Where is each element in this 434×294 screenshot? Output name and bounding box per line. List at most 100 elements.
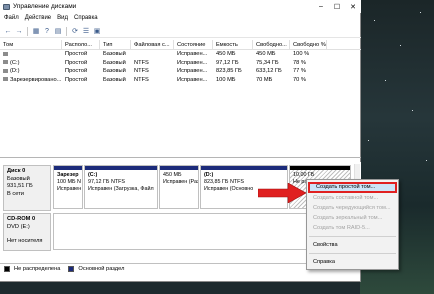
export-icon[interactable]: ▣ — [92, 26, 102, 36]
refresh-icon[interactable]: ⟳ — [70, 26, 80, 36]
table-cell: 100 МБ — [216, 76, 236, 83]
table-cell: 823,85 ГБ — [216, 68, 242, 75]
menu-action[interactable]: Действие — [25, 15, 51, 21]
drive-icon — [3, 60, 8, 65]
partition-c[interactable]: (C:) 97,12 ГБ NTFS Исправен (Загрузка, Ф… — [84, 165, 158, 209]
toolbar-separator — [66, 26, 67, 36]
table-cell: 78 % — [293, 59, 306, 66]
maximize-button[interactable]: ☐ — [329, 0, 345, 13]
star — [420, 12, 421, 13]
menu-item-help[interactable]: Справка — [307, 257, 398, 267]
table-cell: NTFS — [134, 59, 149, 66]
table-cell: NTFS — [134, 76, 149, 83]
column-header-layout[interactable]: Располо... — [62, 39, 100, 50]
partition-status: Исправен (Загрузка, Файл — [88, 186, 154, 192]
red-pointer-arrow-icon — [258, 183, 306, 203]
table-cell: 70 % — [293, 76, 306, 83]
partition-recovery[interactable]: 450 МБ Исправен (Раздел — [159, 165, 199, 209]
column-header-filesystem[interactable]: Файловая с... — [131, 39, 174, 50]
table-cell: 450 МБ — [256, 51, 276, 58]
column-header-status[interactable]: Состояние — [174, 39, 213, 50]
disk-0-icon: Диск 0 — [7, 168, 47, 176]
menu-separator — [309, 253, 396, 254]
help-icon[interactable]: ? — [42, 26, 52, 36]
star — [368, 140, 369, 141]
table-cell: Простой — [65, 51, 88, 58]
disk-type: DVD (E:) — [7, 223, 30, 230]
drive-icon — [3, 68, 8, 73]
menu-item-create-spanned-volume[interactable]: Создать составной том... — [307, 193, 398, 203]
table-cell: Исправен... — [177, 51, 208, 58]
volume-cell: (C:) — [0, 59, 62, 67]
table-cell: 100 % — [293, 51, 310, 58]
volume-cell: (D:) — [0, 67, 62, 75]
table-cell: Базовый — [103, 68, 126, 75]
menu-item-create-simple-volume[interactable]: Создать простой том... — [308, 182, 397, 193]
list-icon[interactable]: ☰ — [81, 26, 91, 36]
table-row[interactable]: Простой Базовый Исправен... 450 МБ 450 М… — [0, 50, 361, 59]
column-header-free-space[interactable]: Свободно... — [253, 39, 290, 50]
cdrom-0-row: CD-ROM 0 DVD (E:) Нет носителя — [3, 213, 356, 251]
star — [400, 45, 401, 46]
star — [412, 110, 413, 111]
partition-name: (C:) — [88, 172, 98, 178]
table-cell: 70 МБ — [256, 76, 273, 83]
grid-view-icon[interactable]: ▦ — [31, 26, 41, 36]
menu-item-properties[interactable]: Свойства — [307, 240, 398, 250]
table-cell: Базовый — [103, 76, 126, 83]
toolbar-separator — [27, 26, 28, 36]
partition-status: Исправен — [57, 186, 82, 192]
table-cell: 77 % — [293, 68, 306, 75]
minimize-button[interactable]: – — [313, 0, 329, 13]
table-cell: Простой — [65, 76, 88, 83]
table-row[interactable]: (C:) Простой Базовый NTFS Исправен... 97… — [0, 59, 361, 68]
partition-size: 97,12 ГБ NTFS — [88, 179, 126, 185]
table-cell: Простой — [65, 68, 88, 75]
table-cell: Базовый — [103, 51, 126, 58]
menu-separator — [309, 236, 396, 237]
disk-name: CD-ROM 0 — [7, 216, 36, 222]
column-header-capacity[interactable]: Емкость — [213, 39, 253, 50]
column-header-volume[interactable]: Том — [0, 39, 62, 50]
title-bar[interactable]: Управление дисками – ☐ ✕ — [0, 0, 361, 13]
menu-view[interactable]: Вид — [57, 15, 68, 21]
disk-0-label[interactable]: Диск 0 Базовый 931,51 ГБ В сети — [3, 165, 51, 211]
partition-reserved[interactable]: Зарезер 100 МБ N Исправен — [53, 165, 83, 209]
table-cell: Исправен... — [177, 68, 208, 75]
star — [385, 80, 386, 81]
menu-file[interactable]: Файл — [4, 15, 19, 21]
table-cell: 450 МБ — [216, 51, 236, 58]
disk-name: Диск 0 — [7, 168, 26, 174]
context-menu: Создать простой том... Создать составной… — [306, 179, 399, 270]
menu-item-create-raid5-volume[interactable]: Создать том RAID-5... — [307, 223, 398, 233]
column-header-type[interactable]: Тип — [100, 39, 131, 50]
menu-item-create-mirrored-volume[interactable]: Создать зеркальный том... — [307, 213, 398, 223]
table-row[interactable]: Зарезервировано... Простой Базовый NTFS … — [0, 76, 361, 85]
close-button[interactable]: ✕ — [345, 0, 361, 13]
partition-name: (D:) — [204, 172, 214, 178]
column-header-free-percent[interactable]: Свободно % — [290, 39, 327, 50]
volume-cell: Зарезервировано... — [0, 76, 62, 84]
legend-swatch-unallocated — [4, 266, 10, 272]
disk-status: Нет носителя — [7, 238, 43, 244]
toolbar: ← → ▦ ? ▤ ⟳ ☰ ▣ — [0, 25, 361, 38]
properties-icon[interactable]: ▤ — [53, 26, 63, 36]
table-cell: Исправен... — [177, 76, 208, 83]
table-row[interactable]: (D:) Простой Базовый NTFS Исправен... 82… — [0, 67, 361, 76]
cdrom-0-label[interactable]: CD-ROM 0 DVD (E:) Нет носителя — [3, 213, 51, 251]
menu-help[interactable]: Справка — [74, 15, 98, 21]
back-arrow-icon[interactable]: ← — [3, 26, 13, 36]
star — [426, 160, 427, 161]
table-cell: NTFS — [134, 68, 149, 75]
table-cell: 633,12 ГБ — [256, 68, 282, 75]
menu-item-create-striped-volume[interactable]: Создать чередующийся том... — [307, 203, 398, 213]
table-cell: 97,12 ГБ — [216, 59, 239, 66]
partition-size: 10,00 ГБ — [293, 172, 315, 178]
legend-label-primary: Основной раздел — [78, 266, 125, 272]
partition-name: Зарезер — [57, 172, 79, 178]
table-cell: Базовый — [103, 59, 126, 66]
window-title: Управление дисками — [13, 3, 77, 10]
forward-arrow-icon[interactable]: → — [14, 26, 24, 36]
partition-size: 100 МБ N — [57, 179, 81, 185]
disk-type: Базовый — [7, 175, 30, 182]
